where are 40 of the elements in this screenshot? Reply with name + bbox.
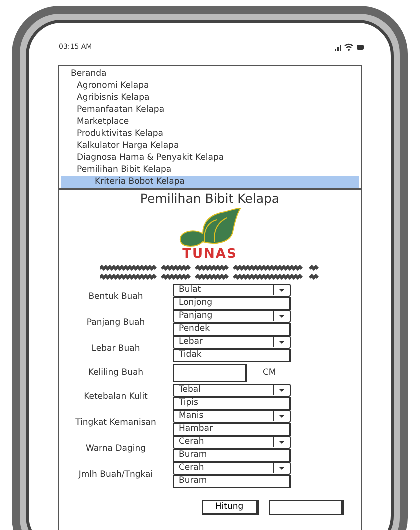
unit-label: CM xyxy=(263,368,276,378)
dropdown[interactable]: Cerah xyxy=(173,436,291,449)
menu-item[interactable]: Kriteria Bobot Kelapa xyxy=(61,176,359,188)
field-label: Warna Daging xyxy=(84,444,147,454)
result-field[interactable] xyxy=(269,500,344,515)
field-label: Bentuk Buah xyxy=(88,292,144,302)
dropdown-option[interactable]: Tidak xyxy=(173,349,291,362)
leaf-logo-icon xyxy=(177,208,243,248)
input-field[interactable] xyxy=(173,364,247,382)
field-label: Panjang Buah xyxy=(86,318,146,328)
calculate-button[interactable]: Hitung xyxy=(202,500,259,515)
dropdown-option[interactable]: Tipis xyxy=(173,397,291,410)
dropdown[interactable]: Manis xyxy=(173,410,291,423)
menu-item[interactable]: Diagnosa Hama & Penyakit Kelapa xyxy=(61,152,359,164)
dropdown[interactable]: Bulat xyxy=(173,284,291,297)
dropdown-option[interactable]: Pendek xyxy=(173,323,291,336)
dropdown[interactable]: Panjang xyxy=(173,310,291,323)
menu-item[interactable]: Marketplace xyxy=(61,116,359,128)
menu-item[interactable]: Pemanfaatan Kelapa xyxy=(61,104,359,116)
field-label: Jmlh Buah/Tngkai xyxy=(78,470,154,480)
menu-item[interactable]: Pemilihan Bibit Kelapa xyxy=(61,164,359,176)
page-title: Pemilihan Bibit Kelapa xyxy=(140,191,280,206)
status-icons xyxy=(335,43,365,51)
field-label: Tingkat Kemanisan xyxy=(74,418,158,428)
field-label: Ketebalan Kulit xyxy=(83,392,149,402)
menu-item[interactable]: Beranda xyxy=(61,68,359,80)
field-label: Keliling Buah xyxy=(87,368,145,378)
menu-item[interactable]: Produktivitas Kelapa xyxy=(61,128,359,140)
dropdown[interactable]: Cerah xyxy=(173,462,291,475)
menu-item[interactable]: Agribisnis Kelapa xyxy=(61,92,359,104)
dropdown-option[interactable]: Lonjong xyxy=(173,297,291,310)
field-label: Lebar Buah xyxy=(90,344,142,354)
dropdown-option[interactable]: Buram xyxy=(173,475,291,488)
dropdown[interactable]: Lebar xyxy=(173,336,291,349)
dropdown-option[interactable]: Hambar xyxy=(173,423,291,436)
dropdown[interactable]: Tebal xyxy=(173,384,291,397)
menu-item[interactable]: Agronomi Kelapa xyxy=(61,80,359,92)
logo-text: TUNAS xyxy=(182,248,238,261)
menu-item[interactable]: Kalkulator Harga Kelapa xyxy=(61,140,359,152)
dropdown-option[interactable]: Buram xyxy=(173,449,291,462)
